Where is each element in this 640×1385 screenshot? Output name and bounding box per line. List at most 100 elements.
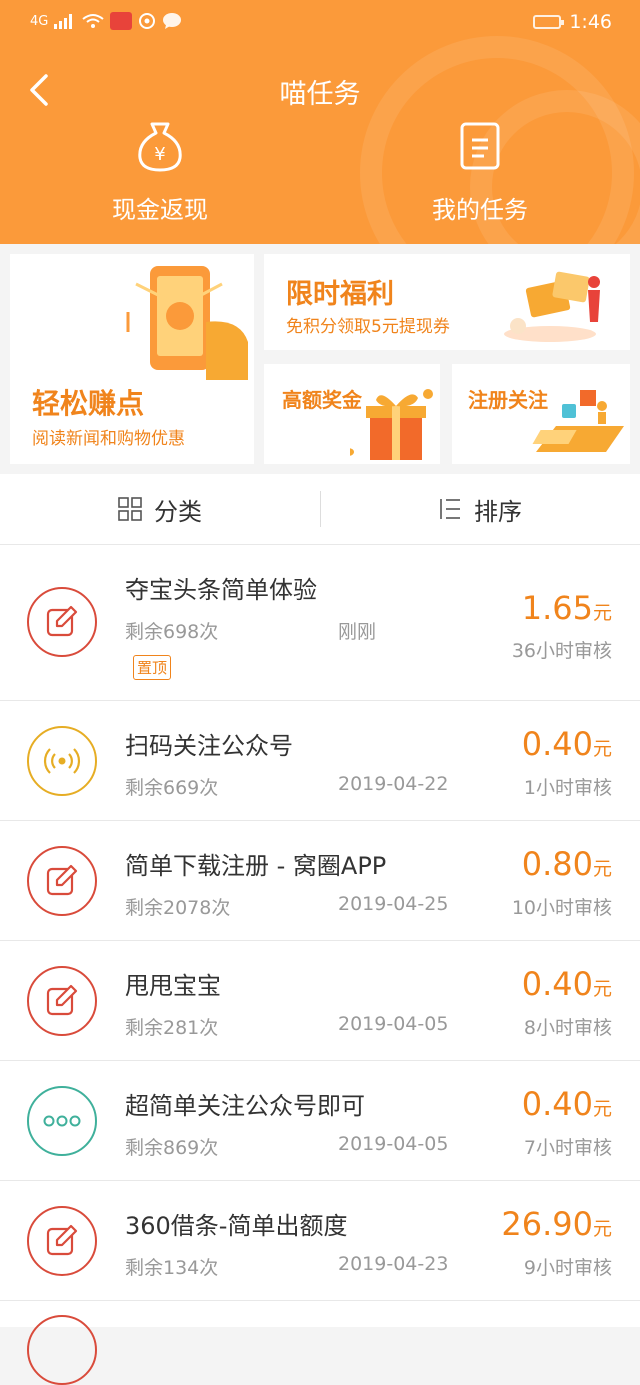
task-date: 2019-04-05 <box>338 1133 449 1155</box>
task-date: 刚刚 <box>338 621 377 643</box>
category-button[interactable]: 分类 <box>118 474 202 544</box>
price-value: 26.90 <box>501 1205 593 1243</box>
price-value: 0.40 <box>521 1085 593 1123</box>
tab-label: 我的任务 <box>432 196 528 224</box>
tablet-gift-icon <box>532 390 624 452</box>
banner-register-follow[interactable]: 注册关注 <box>452 364 630 464</box>
edit-icon <box>46 605 78 637</box>
task-remaining: 剩余869次 <box>125 1137 219 1159</box>
pinned-badge: 置顶 <box>133 655 172 680</box>
task-icon-circle <box>27 1086 97 1156</box>
task-review-time: 7小时审核 <box>523 1137 612 1159</box>
banner-title: 限时福利 <box>286 279 394 310</box>
clock: 1:46 <box>569 11 612 33</box>
banner-title: 轻松赚点 <box>32 387 145 420</box>
signal-icon <box>54 14 73 29</box>
scan-signal-icon <box>43 748 81 774</box>
task-icon-circle <box>27 1315 97 1385</box>
task-review-time: 8小时审核 <box>523 1017 612 1039</box>
tab-cash-rebate[interactable]: ¥ 现金返现 <box>60 118 260 225</box>
task-icon-circle <box>27 846 97 916</box>
task-row[interactable]: 扫码关注公众号 剩余669次 2019-04-22 0.40元 1小时审核 <box>0 701 640 821</box>
page-title: 喵任务 <box>279 79 361 110</box>
task-icon-circle <box>27 726 97 796</box>
task-remaining: 剩余134次 <box>125 1257 219 1279</box>
task-review-time: 10小时审核 <box>511 897 612 919</box>
task-row[interactable]: 简单下载注册 - 窝圈APP 剩余2078次 2019-04-25 0.80元 … <box>0 821 640 941</box>
price-unit: 元 <box>592 858 612 880</box>
task-review-time: 1小时审核 <box>523 777 612 799</box>
banner-limited-offer[interactable]: 限时福利 免积分领取5元提现券 <box>264 254 630 350</box>
task-remaining: 剩余2078次 <box>125 897 231 919</box>
price-unit: 元 <box>592 1218 612 1240</box>
banner-subtitle: 免积分领取5元提现券 <box>286 317 450 337</box>
price-value: 1.65 <box>521 589 593 627</box>
task-name: 超简单关注公众号即可 <box>125 1092 365 1120</box>
status-icons: 4G <box>30 12 182 30</box>
phone-hand-icon <box>126 266 248 380</box>
task-remaining: 剩余281次 <box>125 1017 219 1039</box>
task-review-time: 36小时审核 <box>511 640 612 662</box>
promo-banners: 轻松赚点 阅读新闻和购物优惠 限时福利 免积分领取5元提现券 高额奖金 注册关注 <box>0 244 640 474</box>
category-label: 分类 <box>154 497 202 526</box>
edit-icon <box>46 1224 78 1256</box>
task-row[interactable]: 夺宝头条简单体验 剩余698次 刚刚 置顶 1.65元 36小时审核 <box>0 545 640 701</box>
task-price: 0.80元 <box>522 845 612 883</box>
app-notification-icon <box>110 12 133 30</box>
grid-icon <box>118 497 142 521</box>
task-row[interactable]: 360借条-简单出额度 剩余134次 2019-04-23 26.90元 9小时… <box>0 1181 640 1301</box>
coupon-illustration-icon <box>504 271 600 342</box>
task-icon-circle <box>27 1206 97 1276</box>
status-right: 1:46 <box>533 11 612 33</box>
banner-easy-earn[interactable]: 轻松赚点 阅读新闻和购物优惠 <box>10 254 254 464</box>
gift-box-icon <box>350 389 433 460</box>
task-remaining: 剩余669次 <box>125 777 219 799</box>
task-name: 扫码关注公众号 <box>125 732 293 760</box>
task-price: 26.90元 <box>501 1205 612 1243</box>
app-header: 4G 1:46 喵任务 ¥ 现金返现 我的任务 <box>0 0 640 244</box>
sort-label: 排序 <box>474 497 522 526</box>
task-list-icon <box>460 122 500 170</box>
status-bar: 4G 1:46 <box>0 0 640 46</box>
svg-text:¥: ¥ <box>154 144 165 165</box>
filter-bar: 分类 排序 <box>0 474 640 545</box>
tab-label: 现金返现 <box>112 196 208 224</box>
price-value: 0.40 <box>521 725 593 763</box>
price-unit: 元 <box>592 602 612 624</box>
price-value: 0.80 <box>521 845 593 883</box>
task-date: 2019-04-23 <box>338 1253 449 1275</box>
task-name: 360借条-简单出额度 <box>125 1212 348 1240</box>
task-price: 0.40元 <box>522 965 612 1003</box>
task-price: 1.65元 <box>522 589 612 627</box>
task-remaining: 剩余698次 <box>125 621 219 643</box>
banner-subtitle: 阅读新闻和购物优惠 <box>32 429 185 449</box>
task-row[interactable]: 超简单关注公众号即可 剩余869次 2019-04-05 0.40元 7小时审核 <box>0 1061 640 1181</box>
battery-icon <box>533 15 565 29</box>
network-label: 4G <box>30 13 49 29</box>
task-name: 甩甩宝宝 <box>125 972 221 1000</box>
task-date: 2019-04-05 <box>338 1013 449 1035</box>
filter-divider <box>320 491 321 527</box>
sort-button[interactable]: 排序 <box>438 474 522 544</box>
tab-my-tasks[interactable]: 我的任务 <box>380 118 580 225</box>
task-name: 夺宝头条简单体验 <box>125 576 317 604</box>
more-dots-icon <box>43 1115 81 1127</box>
wifi-icon <box>82 14 104 28</box>
edit-icon <box>46 984 78 1016</box>
price-unit: 元 <box>592 738 612 760</box>
price-unit: 元 <box>592 978 612 1000</box>
task-review-time: 9小时审核 <box>523 1257 612 1279</box>
task-date: 2019-04-22 <box>338 773 449 795</box>
banner-high-bonus[interactable]: 高额奖金 <box>264 364 440 464</box>
task-icon-circle <box>27 966 97 1036</box>
sort-icon <box>440 499 460 519</box>
task-price: 0.40元 <box>522 725 612 763</box>
task-date: 2019-04-25 <box>338 893 449 915</box>
task-icon-circle <box>27 587 97 657</box>
circle-notification-icon <box>139 13 156 29</box>
task-name: 简单下载注册 - 窝圈APP <box>125 852 387 880</box>
task-row[interactable]: 甩甩宝宝 剩余281次 2019-04-05 0.40元 8小时审核 <box>0 941 640 1061</box>
task-row-partial[interactable] <box>0 1301 640 1385</box>
message-icon <box>163 13 182 29</box>
edit-icon <box>46 864 78 896</box>
